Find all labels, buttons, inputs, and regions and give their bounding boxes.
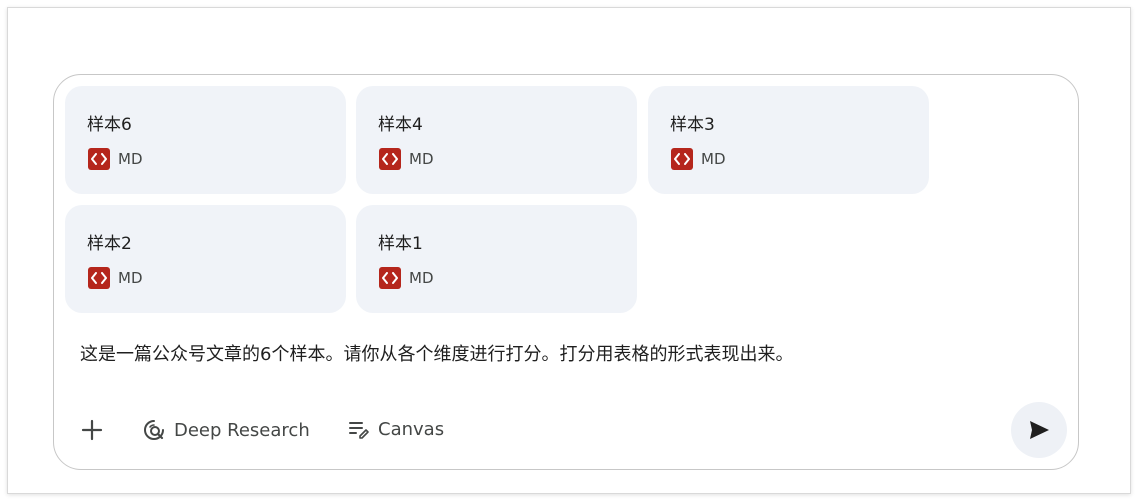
attachment-meta: MD (88, 148, 143, 170)
attachment-name: 样本4 (378, 115, 423, 135)
attachment-card[interactable]: 样本2 MD (65, 205, 346, 313)
deep-research-button[interactable]: Deep Research (142, 418, 310, 442)
prompt-input[interactable]: 这是一篇公众号文章的6个样本。请你从各个维度进行打分。打分用表格的形式表现出来。 (80, 340, 793, 366)
attachment-type: MD (409, 150, 434, 168)
deep-research-icon (144, 420, 164, 440)
add-button[interactable] (78, 416, 106, 444)
attachment-name: 样本6 (87, 115, 132, 135)
attachment-type: MD (409, 269, 434, 287)
code-file-icon (88, 148, 110, 170)
attachment-type: MD (701, 150, 726, 168)
attachment-meta: MD (671, 148, 726, 170)
attachment-meta: MD (379, 267, 434, 289)
attachment-name: 样本2 (87, 234, 132, 254)
canvas-icon (349, 422, 369, 439)
canvas-button[interactable]: Canvas (348, 418, 444, 440)
code-file-icon (379, 148, 401, 170)
plus-icon (81, 419, 103, 441)
attachment-name: 样本3 (670, 115, 715, 135)
attachment-card[interactable]: 样本6 MD (65, 86, 346, 194)
attachment-card[interactable]: 样本3 MD (648, 86, 929, 194)
code-file-icon (379, 267, 401, 289)
send-icon (1030, 421, 1049, 439)
code-file-icon (671, 148, 693, 170)
attachment-card[interactable]: 样本1 MD (356, 205, 637, 313)
canvas-label: Canvas (378, 418, 445, 440)
attachment-type: MD (118, 269, 143, 287)
code-file-icon (88, 267, 110, 289)
attachment-meta: MD (379, 148, 434, 170)
deep-research-label: Deep Research (174, 419, 310, 441)
send-button[interactable] (1011, 402, 1067, 458)
attachment-type: MD (118, 150, 143, 168)
attachment-card[interactable]: 样本4 MD (356, 86, 637, 194)
attachment-name: 样本1 (378, 234, 423, 254)
attachment-meta: MD (88, 267, 143, 289)
